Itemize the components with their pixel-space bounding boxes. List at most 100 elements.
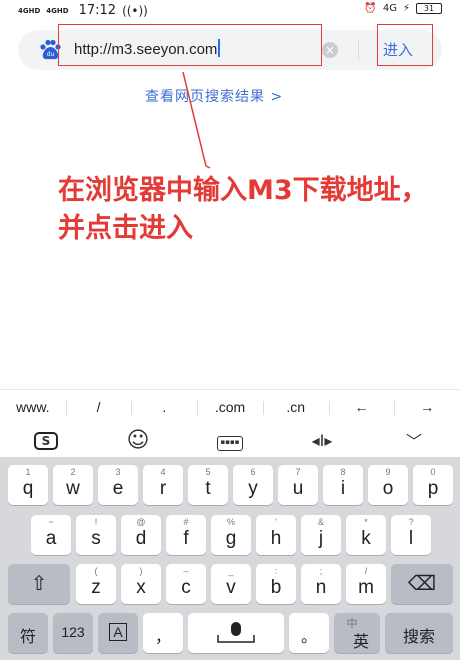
quick-key-dotcn[interactable]: .cn xyxy=(262,399,329,415)
key-hint: 4 xyxy=(160,467,166,477)
emoji-icon[interactable]: ☺ xyxy=(118,428,158,453)
key-label: A xyxy=(98,623,138,641)
key-label: v xyxy=(226,577,236,598)
cursor-left-button[interactable]: ← xyxy=(328,399,395,415)
symbols-key[interactable]: 符 xyxy=(8,613,48,653)
key-label: k xyxy=(361,528,371,549)
numbers-key[interactable]: 123 xyxy=(53,613,93,653)
key-label: z xyxy=(91,577,101,598)
key-hint: 9 xyxy=(385,467,391,477)
backspace-key[interactable]: ⌫ xyxy=(391,564,453,604)
quick-key-dot[interactable]: . xyxy=(131,399,197,415)
cursor-right-button[interactable]: → xyxy=(394,399,460,415)
quick-key-www[interactable]: www. xyxy=(0,399,66,415)
key-e[interactable]: 3e xyxy=(98,465,138,505)
key-label: b xyxy=(270,577,282,598)
key-r[interactable]: 4r xyxy=(143,465,183,505)
keyboard-icon[interactable]: ▪▪▪▪ xyxy=(210,429,250,451)
keyboard-glyph: ▪▪▪▪ xyxy=(217,436,243,451)
backspace-icon: ⌫ xyxy=(407,573,437,595)
key-hint: ) xyxy=(139,566,143,576)
shift-key[interactable]: ⇧ xyxy=(8,564,70,604)
key-j[interactable]: & j xyxy=(301,515,341,555)
collapse-keyboard-icon[interactable]: ﹀ xyxy=(394,428,434,452)
key-hint: ? xyxy=(408,517,414,527)
key-label: y xyxy=(248,478,258,499)
key-label: f xyxy=(183,528,189,549)
key-i[interactable]: 8i xyxy=(323,465,363,505)
key-o[interactable]: 9o xyxy=(368,465,408,505)
sogou-glyph: S xyxy=(34,432,58,450)
cursor-move-icon[interactable]: ◂I▸ xyxy=(302,431,342,450)
comma-key[interactable]: ， xyxy=(143,613,183,653)
key-k[interactable]: * k xyxy=(346,515,386,555)
caps-glyph: A xyxy=(109,623,127,641)
key-c[interactable]: – c xyxy=(166,564,206,604)
key-a[interactable]: ~ a xyxy=(31,515,71,555)
key-hint: 3 xyxy=(115,467,121,477)
key-v[interactable]: _ v xyxy=(211,564,251,604)
key-hint: _ xyxy=(228,566,234,576)
quick-symbol-bar: www. / . .com .cn ← → xyxy=(0,389,460,423)
key-label: o xyxy=(382,478,394,499)
key-u[interactable]: 7u xyxy=(278,465,318,505)
key-label: h xyxy=(270,528,282,549)
language-switch-key[interactable]: 中 英 xyxy=(334,613,380,653)
key-label: r xyxy=(159,478,167,499)
key-hint: ' xyxy=(275,517,277,527)
key-y[interactable]: 6y xyxy=(233,465,273,505)
key-label: g xyxy=(225,528,237,549)
key-w[interactable]: 2w xyxy=(53,465,93,505)
period-key[interactable]: 。 xyxy=(289,613,329,653)
key-hint: @ xyxy=(136,517,146,527)
key-hint: ! xyxy=(94,517,98,527)
caps-key[interactable]: A xyxy=(98,613,138,653)
key-z[interactable]: (z xyxy=(76,564,116,604)
key-hint: 8 xyxy=(340,467,346,477)
key-label: q xyxy=(22,478,34,499)
key-label: s xyxy=(91,528,101,549)
key-hint: 5 xyxy=(205,467,211,477)
key-hint: / xyxy=(364,566,368,576)
key-t[interactable]: 5t xyxy=(188,465,228,505)
key-l[interactable]: ? l xyxy=(391,515,431,555)
key-s[interactable]: ! s xyxy=(76,515,116,555)
key-label: a xyxy=(45,528,57,549)
quick-key-dotcom[interactable]: .com xyxy=(197,399,263,415)
key-label: x xyxy=(136,577,146,598)
key-q[interactable]: 1q xyxy=(8,465,48,505)
search-key[interactable]: 搜索 xyxy=(385,613,453,653)
quick-key-slash[interactable]: / xyxy=(65,399,132,415)
key-hint: 7 xyxy=(295,467,301,477)
key-label: 搜索 xyxy=(402,629,435,646)
phone-screen: 4GHD 4GHD 17:12 ((•)) ⏰ 4G ⚡ 31 du http:… xyxy=(0,0,460,660)
microphone-icon xyxy=(217,622,255,643)
key-hint: % xyxy=(226,517,235,527)
key-p[interactable]: 0p xyxy=(413,465,453,505)
space-key[interactable] xyxy=(188,613,284,653)
key-hint: : xyxy=(274,566,278,576)
shift-icon: ⇧ xyxy=(30,573,48,595)
key-hint: * xyxy=(364,517,368,527)
key-label: j xyxy=(318,528,324,549)
annotation-text: 在浏览器中输入M3下载地址，并点击进入 xyxy=(58,175,428,244)
keyboard: 1q 2w 3e 4r 5t 6y 7u 8i 9o 0p ~ a ! s @ d #… xyxy=(0,457,460,660)
key-hint: # xyxy=(183,517,189,527)
key-hint: ; xyxy=(319,566,323,576)
key-label: ， xyxy=(154,629,171,646)
key-label: c xyxy=(181,577,191,598)
key-hint: 2 xyxy=(70,467,76,477)
key-n[interactable]: ; n xyxy=(301,564,341,604)
sogou-logo-icon[interactable]: S xyxy=(26,430,66,450)
key-label: l xyxy=(408,528,414,549)
key-b[interactable]: :b xyxy=(256,564,296,604)
key-label: 英 xyxy=(352,634,369,651)
key-g[interactable]: % g xyxy=(211,515,251,555)
key-m[interactable]: / m xyxy=(346,564,386,604)
key-label: p xyxy=(427,478,439,499)
key-d[interactable]: @ d xyxy=(121,515,161,555)
key-x[interactable]: ) x xyxy=(121,564,161,604)
key-f[interactable]: # f xyxy=(166,515,206,555)
key-label: i xyxy=(340,478,346,499)
key-h[interactable]: ' h xyxy=(256,515,296,555)
